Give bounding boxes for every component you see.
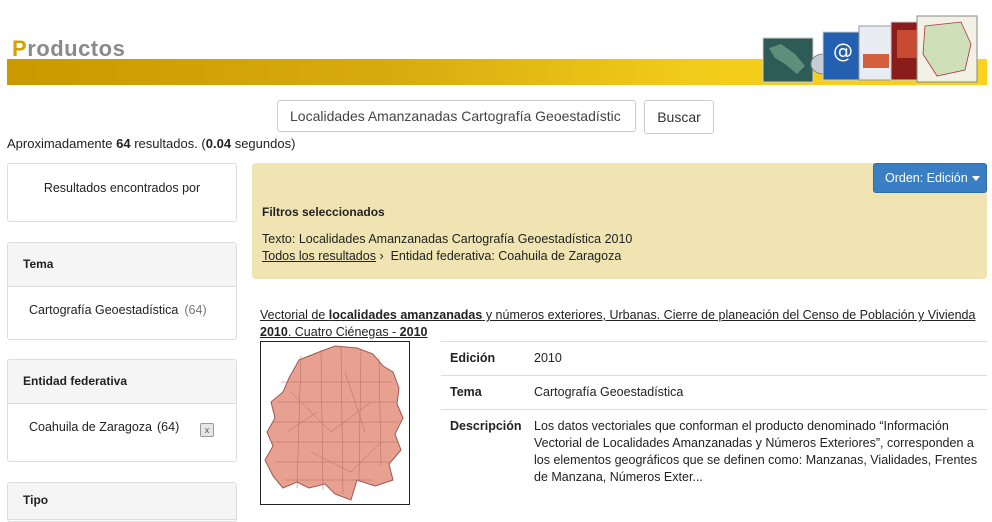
results-summary: Aproximadamente 64 resultados. (0.04 seg… [7, 136, 296, 151]
results-found-panel: Resultados encontrados por [7, 163, 237, 222]
facet-tema-item[interactable]: Cartografía Geoestadística (64) [8, 287, 236, 317]
facet-tema: Tema Cartografía Geoestadística (64) [7, 242, 237, 340]
facet-tipo-heading: Tipo [8, 483, 236, 520]
result-title[interactable]: Vectorial de localidades amanzanadas y n… [260, 307, 980, 341]
remove-filter-icon[interactable]: x [200, 423, 214, 437]
facet-entidad: Entidad federativa Coahuila de Zaragoza (… [7, 359, 237, 462]
filter-text: Texto: Localidades Amanzanadas Cartograf… [262, 232, 633, 246]
facet-item-count: (64) [184, 303, 207, 317]
result-title-link[interactable]: Vectorial de localidades amanzanadas y n… [260, 308, 975, 339]
facet-entidad-heading: Entidad federativa [8, 360, 236, 404]
svg-text:@: @ [833, 39, 853, 63]
detail-row-descripcion: Descripción Los datos vectoriales que co… [441, 409, 987, 494]
selected-filters-box: Orden: Edición Filtros seleccionados Tex… [252, 163, 987, 279]
detail-row-tema: Tema Cartografía Geoestadística [441, 375, 987, 409]
filter-entity: Entidad federativa: Coahuila de Zaragoza [390, 249, 622, 263]
results-found-label: Resultados encontrados por [43, 181, 201, 195]
locality-map-image [264, 345, 404, 501]
page-title: Productos [12, 36, 126, 61]
detail-row-edicion: Edición 2010 [441, 341, 987, 375]
facet-tema-heading: Tema [8, 243, 236, 287]
filters-title: Filtros seleccionados [262, 205, 385, 219]
filter-breadcrumb: Todos los resultados › Entidad federativ… [262, 249, 621, 263]
result-details: Edición 2010 Tema Cartografía Geoestadís… [441, 341, 987, 494]
all-results-link[interactable]: Todos los resultados [262, 249, 376, 263]
caret-down-icon [971, 176, 980, 182]
facet-item-label[interactable]: Cartografía Geoestadística [29, 303, 178, 317]
search-button[interactable]: Buscar [644, 100, 714, 134]
facet-tipo: Tipo [7, 482, 237, 522]
facet-item-label[interactable]: Coahuila de Zaragoza [29, 420, 152, 434]
facet-item-count: (64) [157, 420, 180, 434]
result-thumbnail-map[interactable] [260, 341, 410, 505]
sort-order-dropdown[interactable]: Orden: Edición [873, 163, 987, 193]
breadcrumb-separator: › [379, 249, 384, 263]
search-input[interactable]: Localidades Amanzanadas Cartografía Geoe… [277, 100, 636, 132]
facet-entidad-item[interactable]: Coahuila de Zaragoza (64) x [8, 404, 236, 462]
site-header: Productos @ [7, 0, 987, 85]
products-banner-image: @ [762, 15, 978, 83]
